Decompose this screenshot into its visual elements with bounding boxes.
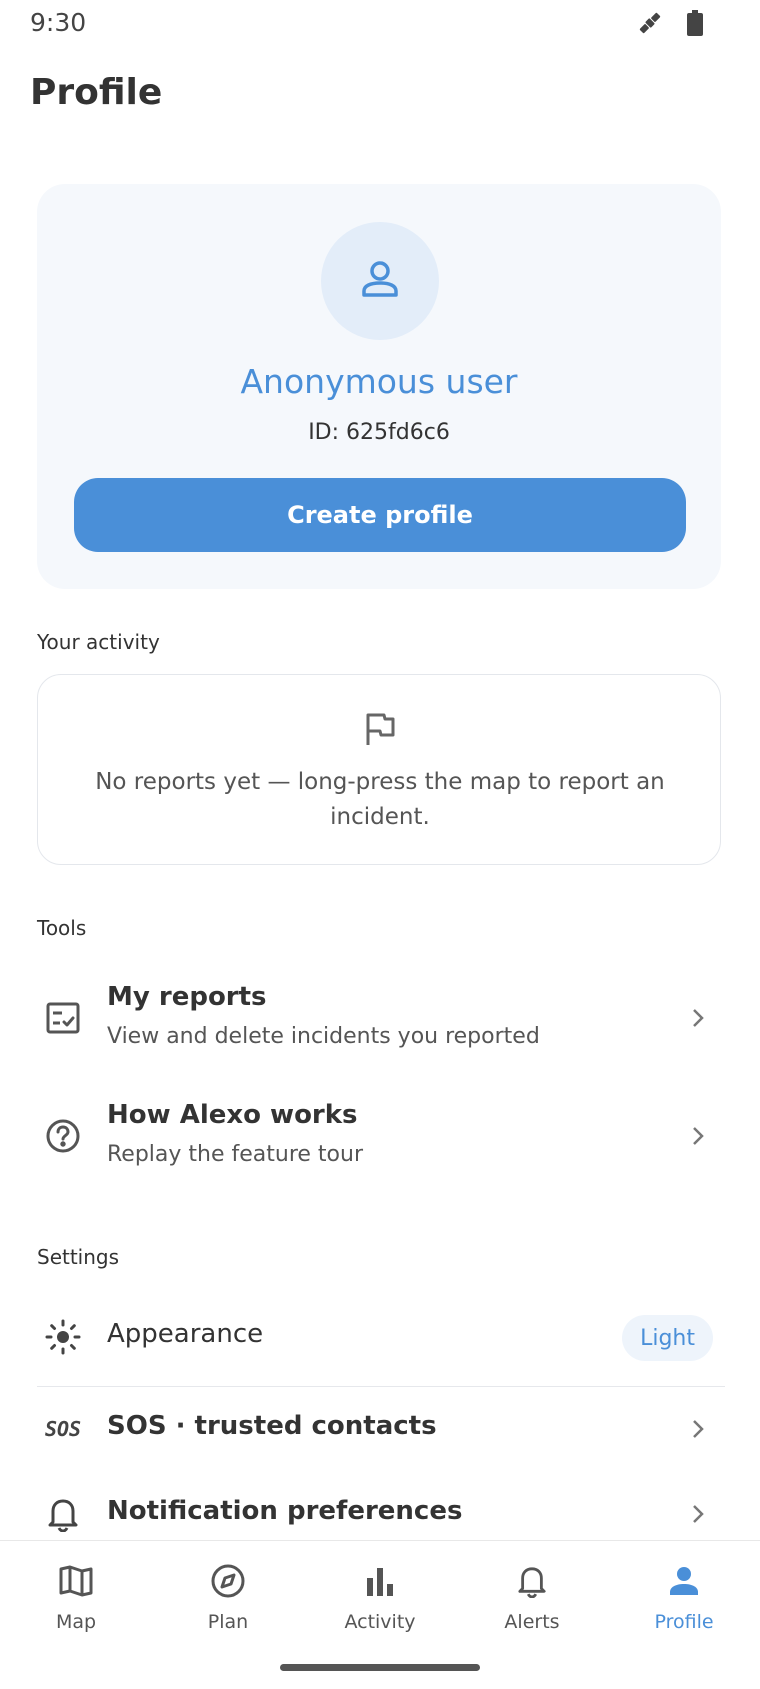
- bell-icon: [43, 1494, 83, 1534]
- create-profile-button[interactable]: Create profile: [74, 478, 686, 552]
- person-outline-icon: [358, 257, 402, 305]
- tool-item-how-alexo-works[interactable]: How Alexo works Replay the feature tour: [37, 1090, 721, 1190]
- chevron-right-icon: [689, 1006, 707, 1030]
- person-icon: [668, 1561, 700, 1601]
- activity-empty-card: No reports yet — long-press the map to r…: [37, 674, 721, 865]
- status-icons: [636, 9, 704, 41]
- nav-item-map[interactable]: Map: [0, 1561, 152, 1641]
- compass-icon: [210, 1561, 246, 1601]
- nav-label: Alerts: [504, 1611, 560, 1633]
- chevron-right-icon: [689, 1417, 707, 1441]
- nav-item-alerts[interactable]: Alerts: [456, 1561, 608, 1641]
- checklist-icon: [45, 1000, 81, 1036]
- flag-icon: [362, 711, 398, 751]
- user-id: ID: 625fd6c6: [308, 420, 450, 445]
- empty-activity-text: No reports yet — long-press the map to r…: [95, 769, 665, 830]
- section-label-activity: Your activity: [37, 630, 160, 654]
- nav-item-profile[interactable]: Profile: [608, 1561, 760, 1641]
- tool-subtitle: View and delete incidents you reported: [107, 1024, 540, 1049]
- setting-appearance[interactable]: Appearance Light: [37, 1297, 721, 1377]
- nav-item-plan[interactable]: Plan: [152, 1561, 304, 1641]
- page-title: Profile: [30, 72, 163, 113]
- help-circle-icon: [45, 1118, 81, 1154]
- nav-label: Map: [55, 1611, 97, 1633]
- appearance-value-badge[interactable]: Light: [622, 1315, 713, 1361]
- avatar: [321, 222, 439, 340]
- nav-label: Plan: [207, 1611, 249, 1633]
- nav-label: Activity: [344, 1611, 416, 1633]
- tool-subtitle: Replay the feature tour: [107, 1142, 363, 1167]
- setting-label: SOS · trusted contacts: [107, 1411, 437, 1441]
- home-indicator[interactable]: [280, 1664, 480, 1671]
- bar-chart-icon: [365, 1561, 395, 1601]
- tool-title: How Alexo works: [107, 1100, 358, 1130]
- sos-icon: SOS: [44, 1417, 82, 1441]
- section-label-settings: Settings: [37, 1245, 120, 1269]
- map-icon: [59, 1561, 93, 1601]
- chevron-right-icon: [689, 1502, 707, 1526]
- nav-label: Profile: [654, 1611, 714, 1633]
- setting-label: Appearance: [107, 1319, 264, 1349]
- nav-item-activity[interactable]: Activity: [304, 1561, 456, 1641]
- battery-icon: [686, 10, 704, 40]
- user-name: Anonymous user: [240, 362, 518, 401]
- status-bar: 9:30: [0, 0, 760, 44]
- bell-icon: [517, 1561, 547, 1601]
- setting-label: Notification preferences: [107, 1496, 463, 1526]
- chevron-right-icon: [689, 1124, 707, 1148]
- sun-icon: [43, 1317, 83, 1357]
- status-time: 9:30: [30, 8, 87, 37]
- profile-card: Anonymous user ID: 625fd6c6 Create profi…: [37, 184, 721, 589]
- tool-title: My reports: [107, 982, 267, 1012]
- satellite-icon: [636, 9, 664, 41]
- bottom-nav: Map Plan Activity Alerts Profile: [0, 1540, 760, 1689]
- tool-item-my-reports[interactable]: My reports View and delete incidents you…: [37, 972, 721, 1072]
- divider: [37, 1386, 725, 1387]
- setting-sos-contacts[interactable]: SOS SOS · trusted contacts: [37, 1389, 721, 1469]
- section-label-tools: Tools: [37, 916, 87, 940]
